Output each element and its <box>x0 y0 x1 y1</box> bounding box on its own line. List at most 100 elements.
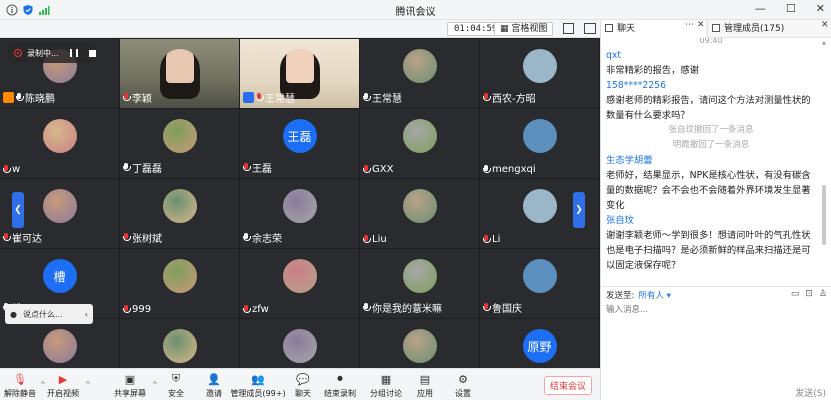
toolbar-item-invite[interactable]: 👤 邀请 <box>206 372 222 399</box>
participant-tile[interactable]: mengxqi <box>480 109 599 178</box>
toolbar-item-breakout[interactable]: ▦ 分组讨论 <box>370 372 402 399</box>
members-tab-icon <box>712 24 720 32</box>
participant-name: 王磊 <box>243 160 272 175</box>
exit-panel-icon[interactable] <box>584 23 596 34</box>
pause-recording-icon[interactable] <box>69 49 78 57</box>
message-body: 老师好，结果显示，NPK是核心性状，有没有碳含量的数据呢？会不会也不会随着外界环… <box>606 170 811 211</box>
tab-members-close-icon[interactable]: ✕ <box>821 20 829 30</box>
participant-tile[interactable]: 王常慧 <box>360 39 479 108</box>
avatar <box>282 329 317 363</box>
participant-name: 西农-方昭 <box>483 90 536 105</box>
participant-tile[interactable]: 余志荣 <box>240 179 359 248</box>
maximize-icon[interactable]: ☐ <box>786 2 796 15</box>
mic-icon <box>123 305 131 314</box>
bottom-toolbar: 结束会议 🎙 解除静音 ▶ 开启视频 ▣ 共享屏幕 ⛨ 安全 👤 邀请 👥 管理成员(99+) 💬 聊天 ⏺… <box>0 368 600 400</box>
participant-tile[interactable]: 原野原野 <box>480 319 599 368</box>
message-sender[interactable]: 158****2256 <box>606 78 816 93</box>
participant-tile[interactable]: 王洪赟 <box>0 319 119 368</box>
toolbar-caret-icon[interactable]: ^ <box>85 381 91 389</box>
close-icon[interactable]: ✕ <box>816 2 825 15</box>
toolbar-item-stop-record[interactable]: ⏺ 结束录制 <box>324 372 356 399</box>
participant-tile[interactable]: 张树斌 <box>120 179 239 248</box>
participant-tile[interactable]: 鲁国庆 <box>480 249 599 318</box>
chat-scrollbar[interactable] <box>822 185 826 245</box>
minimize-icon[interactable]: — <box>755 2 766 15</box>
toolbar-item-members[interactable]: 👥 管理成员(99+) <box>230 372 285 399</box>
next-page-button[interactable]: ❯ <box>573 192 585 228</box>
scroll-up-icon[interactable]: ▲ <box>822 40 826 46</box>
participant-tile[interactable]: asefde <box>120 319 239 368</box>
mic-icon <box>483 93 491 102</box>
toolbar-item-settings[interactable]: ⚙ 设置 <box>455 372 471 399</box>
avatar <box>522 49 557 83</box>
chat-bubble-icon: ● <box>10 309 17 319</box>
stop-recording-icon[interactable] <box>88 49 96 57</box>
participant-tile[interactable]: 丁磊磊 <box>120 109 239 178</box>
participant-tile[interactable]: 你是我的薏米嘛 <box>360 249 479 318</box>
participant-tile[interactable]: zfw <box>240 249 359 318</box>
avatar <box>402 189 437 223</box>
chat-input[interactable] <box>606 303 826 373</box>
avatar <box>162 259 197 293</box>
toolbar-caret-icon[interactable]: ^ <box>40 381 46 389</box>
send-to[interactable]: 发送至: 所有人 ▾ <box>606 289 671 301</box>
tab-members[interactable]: 管理成员(175) <box>707 20 831 38</box>
toolbar-item-video-off[interactable]: ▶ 开启视频 <box>47 372 79 399</box>
member-icon[interactable]: ♙ <box>819 289 827 299</box>
participant-name: w <box>3 164 20 175</box>
participant-name: Li <box>483 234 500 245</box>
participant-name: 王常慧 <box>363 90 402 105</box>
participant-tile[interactable]: 西农-方昭 <box>480 39 599 108</box>
chat-tab-icon <box>605 24 613 32</box>
members-icon: 👥 <box>251 372 265 386</box>
tab-more-icon[interactable]: ⋯ <box>685 20 694 30</box>
toolbar-item-mic-muted[interactable]: 🎙 解除静音 <box>4 372 36 399</box>
participant-tile[interactable]: 王常慧 <box>240 39 359 108</box>
toolbar-caret-icon[interactable]: ^ <box>152 381 158 389</box>
participant-tile[interactable]: 李颖 <box>120 39 239 108</box>
folder-icon[interactable]: ▭ <box>791 289 800 299</box>
prev-page-button[interactable]: ❮ <box>12 192 24 228</box>
mic-icon <box>3 233 11 242</box>
message-sender[interactable]: qxt <box>606 48 816 63</box>
person-figure <box>160 49 200 99</box>
end-meeting-button[interactable]: 结束会议 <box>544 376 592 395</box>
mic-icon <box>256 93 264 102</box>
screenshot-icon[interactable]: ⊡ <box>805 289 813 299</box>
send-button[interactable]: 发送(S) <box>795 386 826 399</box>
mic-icon <box>483 165 491 174</box>
fullscreen-icon[interactable] <box>563 23 574 34</box>
participant-tile[interactable]: 代立明 <box>360 319 479 368</box>
participant-name: 王常慧 <box>243 90 295 105</box>
participant-tile[interactable]: w <box>0 109 119 178</box>
meeting-toolbar: 01:04:59 ▦ 宫格视图 <box>0 20 600 38</box>
mic-icon <box>363 235 371 244</box>
share-screen-icon: ▣ <box>124 372 136 386</box>
participant-tile[interactable]: 999 <box>120 249 239 318</box>
dropdown-icon[interactable]: ▾ <box>664 291 671 301</box>
panel-tabs: 聊天 ⋯ ✕ 管理成员(175) ✕ <box>601 20 831 38</box>
avatar <box>162 329 197 363</box>
send-to-select[interactable]: 所有人 <box>638 291 664 301</box>
avatar <box>282 259 317 293</box>
recording-indicator: 录制中... <box>8 43 96 63</box>
collapse-icon[interactable]: ‹ <box>85 310 88 319</box>
mic-icon <box>363 165 371 174</box>
participant-name: Liu <box>363 234 387 245</box>
message-sender[interactable]: 生态学胡蕾 <box>606 153 816 168</box>
participant-tile[interactable]: 王磊 王磊 <box>240 109 359 178</box>
toolbar-item-chat[interactable]: 💬 聊天 <box>295 372 311 399</box>
speak-hint[interactable]: ● 说点什么... ‹ <box>5 304 93 324</box>
participant-tile[interactable]: 东振君 <box>240 319 359 368</box>
tab-close-icon[interactable]: ✕ <box>697 20 705 30</box>
message-time: 09:40 <box>699 38 723 45</box>
participant-tile[interactable]: Liu <box>360 179 479 248</box>
toolbar-item-shield[interactable]: ⛨ 安全 <box>168 372 184 399</box>
message-sender[interactable]: 张自玟 <box>606 213 816 228</box>
participant-tile[interactable]: GXX <box>360 109 479 178</box>
mic-icon <box>363 303 371 312</box>
toolbar-item-apps[interactable]: ▤ 应用 <box>417 372 433 399</box>
toolbar-item-share-screen[interactable]: ▣ 共享屏幕 <box>114 372 146 399</box>
grid-view-button[interactable]: ▦ 宫格视图 <box>494 22 554 36</box>
mic-icon <box>483 303 491 312</box>
